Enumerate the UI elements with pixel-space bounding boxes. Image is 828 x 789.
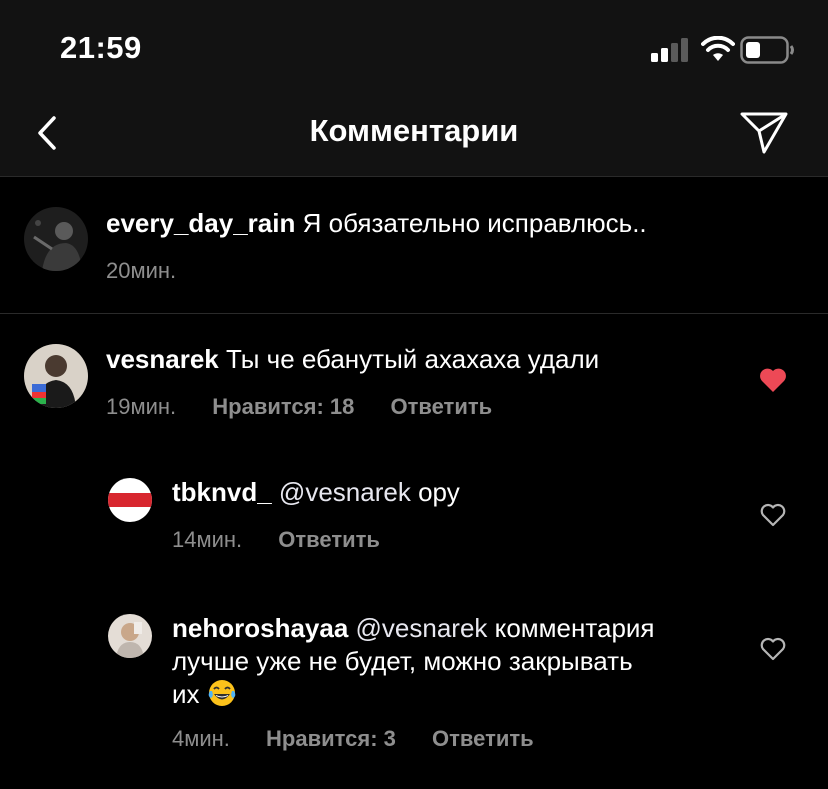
username[interactable]: vesnarek — [106, 344, 219, 374]
comment-body: ору — [418, 477, 460, 507]
comment-item: vesnarek Ты че ебанутый ахахаха удали 19… — [0, 314, 828, 444]
username[interactable]: tbknvd_ — [172, 477, 272, 507]
status-time: 21:59 — [60, 30, 142, 65]
avatar[interactable] — [24, 207, 88, 271]
meta-row: 14мин. Ответить — [172, 527, 410, 553]
comment-body: Я обязательно исправлюсь.. — [302, 208, 647, 238]
username[interactable]: nehoroshayaa — [172, 613, 348, 643]
caption-comment: every_day_rain Я обязательно исправлюсь.… — [0, 177, 828, 313]
header-bar: Комментарии — [0, 100, 828, 177]
comments-screen: 21:59 Комментарии every_day_rain Я обяза… — [0, 0, 828, 789]
meta-row: 20мин. — [106, 258, 206, 284]
timestamp: 14мин. — [172, 527, 243, 552]
reply-button[interactable]: Ответить — [432, 726, 534, 751]
mention-link[interactable]: @vesnarek — [279, 477, 411, 507]
heart-outline-icon[interactable] — [759, 636, 787, 662]
signal-icon — [651, 38, 688, 62]
comment-body: Ты че ебанутый ахахаха удали — [226, 344, 600, 374]
timestamp: 19мин. — [106, 394, 177, 419]
reply-text: tbknvd_ @vesnarek ору — [172, 476, 460, 509]
status-bar: 21:59 — [0, 0, 828, 100]
avatar[interactable] — [108, 614, 152, 658]
flag-avatar[interactable] — [108, 478, 152, 522]
page-title: Комментарии — [309, 113, 519, 148]
likes-count[interactable]: Нравится: 18 — [212, 394, 354, 419]
heart-filled-icon[interactable] — [759, 367, 787, 393]
reply-text: nehoroshayaa @vesnarek комментария лучше… — [172, 612, 655, 711]
comment-body-line1: комментария — [494, 613, 655, 643]
comment-text: vesnarek Ты че ебанутый ахахаха удали — [106, 343, 599, 376]
timestamp: 20мин. — [106, 258, 177, 283]
timestamp: 4мин. — [172, 726, 230, 751]
wifi-icon — [701, 36, 735, 61]
mention-link[interactable]: @vesnarek — [356, 613, 488, 643]
meta-row: 4мин. Нравится: 3 Ответить — [172, 726, 564, 752]
caption-text: every_day_rain Я обязательно исправлюсь.… — [106, 207, 647, 240]
comment-body-line3: их — [172, 679, 200, 709]
likes-count[interactable]: Нравится: 3 — [266, 726, 396, 751]
heart-outline-icon[interactable] — [759, 502, 787, 528]
paper-plane-icon[interactable] — [736, 106, 792, 156]
comment-body-line2: лучше уже не будет, можно закрывать — [172, 646, 633, 676]
reply-button[interactable]: Ответить — [390, 394, 492, 419]
reply-button[interactable]: Ответить — [278, 527, 380, 552]
laughing-tears-emoji — [208, 680, 236, 706]
avatar[interactable] — [24, 344, 88, 408]
username[interactable]: every_day_rain — [106, 208, 295, 238]
battery-icon — [740, 36, 794, 64]
meta-row: 19мин. Нравится: 18 Ответить — [106, 394, 522, 420]
reply-item: nehoroshayaa @vesnarek комментария лучше… — [0, 590, 828, 789]
reply-item: tbknvd_ @vesnarek ору 14мин. Ответить — [0, 456, 828, 576]
